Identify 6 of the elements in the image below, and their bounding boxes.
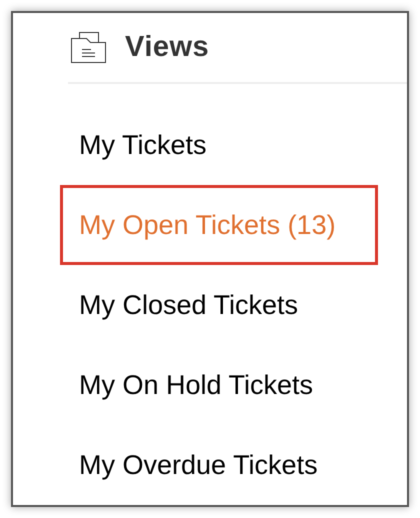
folder-document-icon — [71, 32, 106, 64]
view-item[interactable]: My Closed Tickets — [60, 265, 378, 345]
panel-title: Views — [125, 30, 210, 65]
view-item[interactable]: My Tickets — [60, 105, 378, 185]
view-item[interactable]: My Overdue Tickets — [60, 425, 378, 505]
view-item[interactable]: My On Hold Tickets — [60, 345, 378, 425]
